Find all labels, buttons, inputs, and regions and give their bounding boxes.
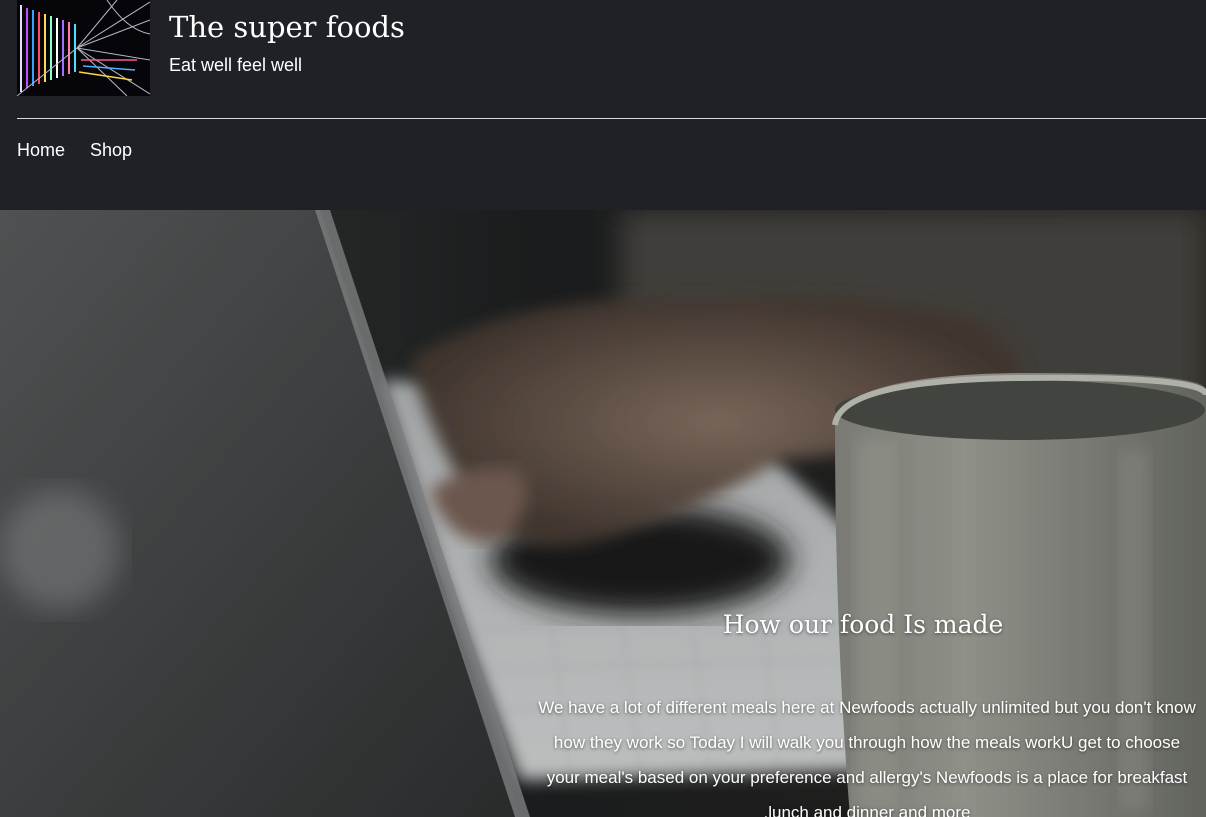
site-header: The super foods Eat well feel well Home … (0, 0, 1206, 210)
hero-section: How our food Is made We have a lot of di… (0, 210, 1206, 817)
hero-title: How our food Is made (722, 610, 1004, 639)
site-title[interactable]: The super foods (169, 10, 405, 44)
site-logo[interactable] (17, 0, 150, 96)
abstract-neon-lines-icon (17, 0, 150, 96)
site-tagline: Eat well feel well (169, 55, 303, 75)
main-nav: Home Shop (17, 140, 132, 161)
nav-item-shop[interactable]: Shop (90, 140, 132, 161)
nav-item-home[interactable]: Home (17, 140, 65, 161)
header-divider (17, 118, 1206, 119)
hero-body-text: We have a lot of different meals here at… (538, 698, 1196, 817)
